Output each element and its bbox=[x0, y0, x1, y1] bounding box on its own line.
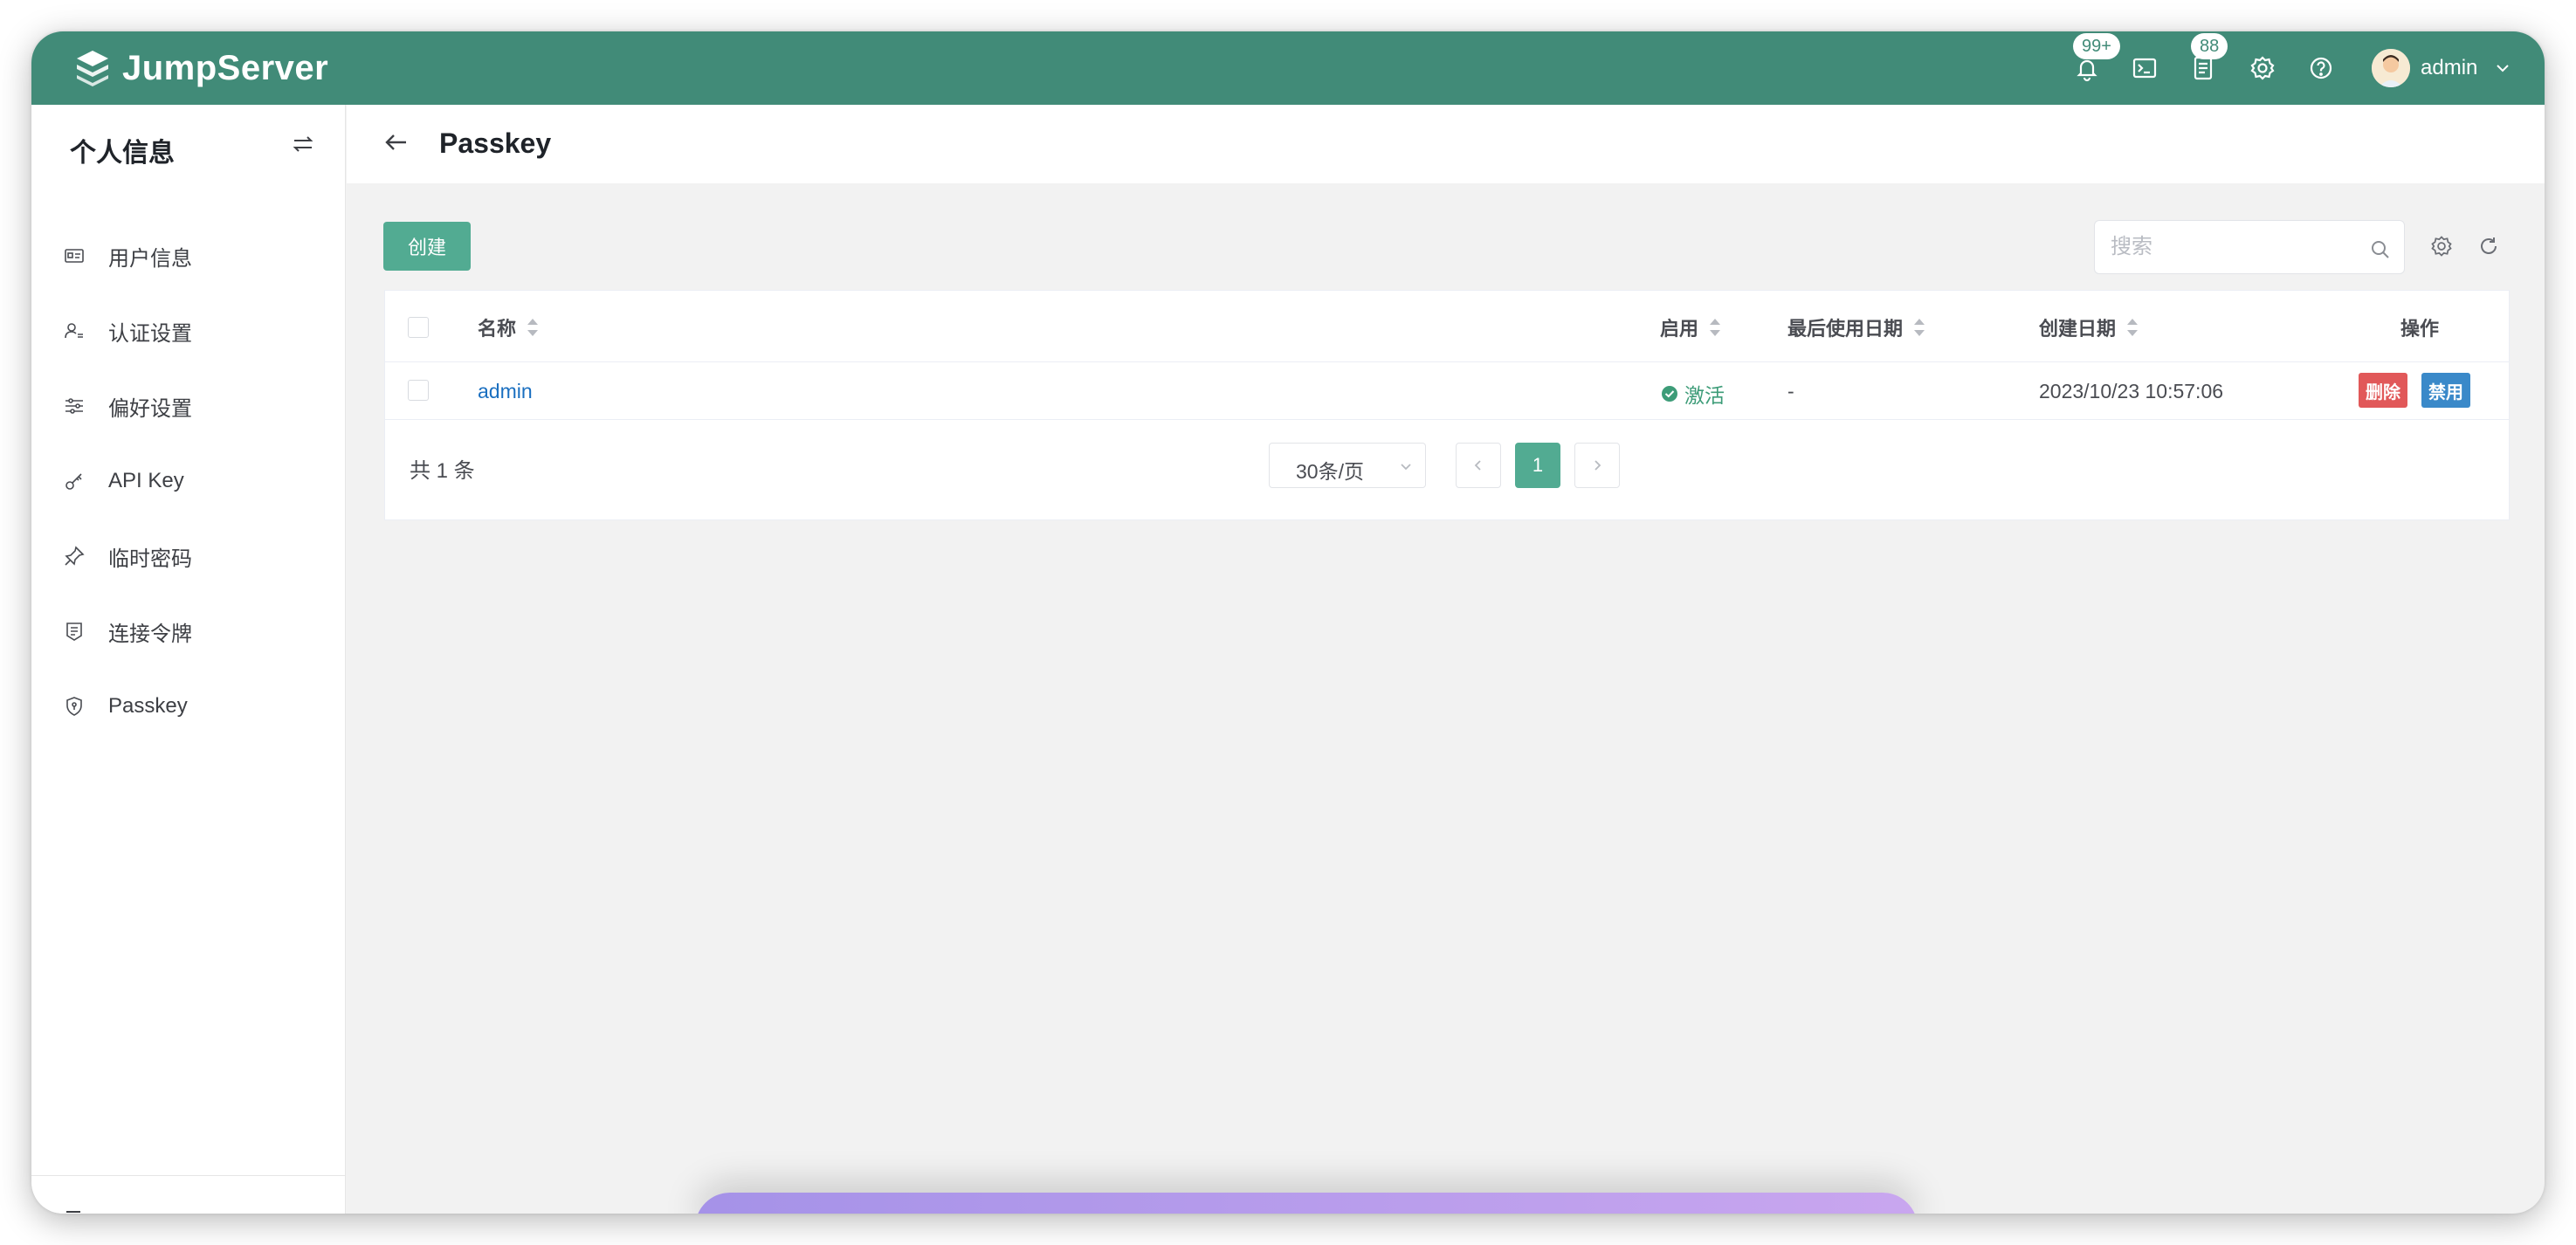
column-last-used-label: 最后使用日期 bbox=[1787, 318, 1904, 340]
column-enabled[interactable]: 启用 bbox=[1660, 313, 1723, 341]
shield-icon bbox=[66, 697, 82, 716]
avatar bbox=[2372, 49, 2410, 87]
sidebar-item-api-key[interactable]: API Key bbox=[31, 444, 346, 519]
check-circle-icon bbox=[1662, 386, 1677, 402]
status-badge: 激活 bbox=[1660, 379, 1725, 409]
row-last-used: - bbox=[1787, 380, 1794, 402]
tickets-button[interactable]: 88 bbox=[2186, 33, 2228, 86]
sidebar: 个人信息 用户信息 认证设置 偏好设置 API Key 临时密码 连接令牌 Pa… bbox=[31, 105, 346, 1214]
user-lock-icon bbox=[65, 323, 83, 339]
user-avatar-icon bbox=[2372, 49, 2410, 87]
page-header: Passkey bbox=[347, 105, 2545, 183]
total-count: 共 1 条 bbox=[410, 459, 475, 483]
column-actions-label: 操作 bbox=[2400, 318, 2440, 340]
sidebar-item-label: Passkey bbox=[108, 694, 188, 718]
passkey-table: 名称 启用 最后使用日期 创建日期 操作 admin 激活 - 2023/10/… bbox=[384, 290, 2510, 520]
chevron-left-icon bbox=[1474, 460, 1481, 471]
chevron-right-icon bbox=[1595, 460, 1601, 471]
sidebar-item-label: 连接令牌 bbox=[108, 622, 192, 646]
sidebar-item-label: 认证设置 bbox=[108, 321, 192, 346]
pin-icon bbox=[65, 546, 85, 566]
table-header: 名称 启用 最后使用日期 创建日期 操作 bbox=[385, 291, 2509, 362]
sidebar-item-user-info[interactable]: 用户信息 bbox=[31, 218, 346, 293]
status-text: 激活 bbox=[1684, 384, 1725, 407]
terminal-icon bbox=[2132, 58, 2157, 79]
select-all-checkbox[interactable] bbox=[408, 317, 429, 338]
sidebar-divider bbox=[31, 1175, 346, 1176]
id-card-icon bbox=[65, 249, 84, 263]
tickets-badge: 88 bbox=[2191, 33, 2228, 59]
chevron-down-icon bbox=[2497, 65, 2510, 72]
settings-button[interactable] bbox=[2245, 51, 2280, 86]
disable-button[interactable]: 禁用 bbox=[2421, 373, 2470, 408]
sidebar-item-label: 临时密码 bbox=[108, 547, 192, 571]
column-name-label: 名称 bbox=[478, 318, 517, 340]
row-created: 2023/10/23 10:57:06 bbox=[2039, 380, 2224, 402]
table-settings-gear-icon[interactable] bbox=[2429, 234, 2454, 258]
sidebar-item-temp-password[interactable]: 临时密码 bbox=[31, 519, 346, 594]
back-arrow-icon[interactable] bbox=[382, 127, 411, 157]
app-window: JumpServer 99+ 88 admin 个人信息 用户信息 认证设置 偏… bbox=[31, 31, 2545, 1214]
page-number-button[interactable]: 1 bbox=[1515, 443, 1560, 488]
sidebar-item-label: 用户信息 bbox=[108, 246, 192, 271]
sidebar-item-label: API Key bbox=[108, 469, 184, 492]
create-button[interactable]: 创建 bbox=[383, 222, 471, 271]
column-enabled-label: 启用 bbox=[1660, 318, 1699, 340]
token-icon bbox=[66, 622, 82, 641]
gear-icon bbox=[2250, 56, 2275, 80]
username: admin bbox=[2421, 56, 2478, 79]
notification-badge: 99+ bbox=[2073, 33, 2120, 59]
page-title: Passkey bbox=[439, 127, 552, 159]
search-input[interactable] bbox=[2111, 231, 2355, 263]
next-page-button[interactable] bbox=[1574, 443, 1620, 488]
delete-button[interactable]: 删除 bbox=[2359, 373, 2407, 408]
sidebar-item-preferences[interactable]: 偏好设置 bbox=[31, 368, 346, 444]
sort-icon bbox=[1914, 319, 1925, 336]
refresh-icon[interactable] bbox=[2476, 234, 2501, 258]
row-checkbox[interactable] bbox=[408, 380, 429, 401]
sidebar-title: 个人信息 bbox=[70, 139, 175, 168]
brand-name: JumpServer bbox=[122, 48, 329, 87]
collapse-menu-icon[interactable] bbox=[63, 1207, 84, 1214]
row-name-link[interactable]: admin bbox=[478, 380, 533, 403]
jumpserver-logo-icon bbox=[77, 51, 108, 86]
key-icon bbox=[65, 473, 82, 490]
column-actions: 操作 bbox=[2400, 313, 2439, 341]
switch-view-icon[interactable] bbox=[290, 131, 316, 157]
brand-logo[interactable]: JumpServer bbox=[72, 44, 328, 93]
sidebar-item-auth-settings[interactable]: 认证设置 bbox=[31, 293, 346, 368]
sidebar-item-label: 偏好设置 bbox=[108, 396, 192, 421]
sidebar-item-connection-token[interactable]: 连接令牌 bbox=[31, 594, 346, 669]
page-size-select[interactable]: 30条/页 bbox=[1269, 443, 1426, 488]
sidebar-item-passkey[interactable]: Passkey bbox=[31, 669, 346, 744]
prev-page-button[interactable] bbox=[1456, 443, 1501, 488]
sort-icon bbox=[1710, 319, 1721, 336]
bottom-panel-edge bbox=[695, 1193, 1918, 1214]
help-button[interactable] bbox=[2304, 51, 2338, 86]
column-name[interactable]: 名称 bbox=[478, 313, 541, 341]
user-menu[interactable]: admin bbox=[2372, 44, 2514, 93]
search-field[interactable] bbox=[2094, 220, 2405, 274]
notifications-button[interactable]: 99+ bbox=[2070, 33, 2120, 86]
column-created-label: 创建日期 bbox=[2039, 318, 2117, 340]
chevron-down-icon bbox=[1401, 464, 1411, 471]
top-bar: JumpServer 99+ 88 admin bbox=[31, 31, 2545, 105]
column-created[interactable]: 创建日期 bbox=[2039, 313, 2140, 341]
column-last-used[interactable]: 最后使用日期 bbox=[1787, 313, 1927, 341]
sort-icon bbox=[2127, 319, 2139, 336]
web-terminal-button[interactable] bbox=[2127, 51, 2162, 86]
sort-icon bbox=[527, 319, 539, 336]
table-row: admin 激活 - 2023/10/23 10:57:06 删除 禁用 bbox=[385, 362, 2509, 420]
search-icon[interactable] bbox=[2369, 238, 2392, 261]
help-circle-icon bbox=[2310, 57, 2332, 79]
page-size-value: 30条/页 bbox=[1296, 460, 1364, 483]
sliders-icon bbox=[65, 398, 83, 414]
